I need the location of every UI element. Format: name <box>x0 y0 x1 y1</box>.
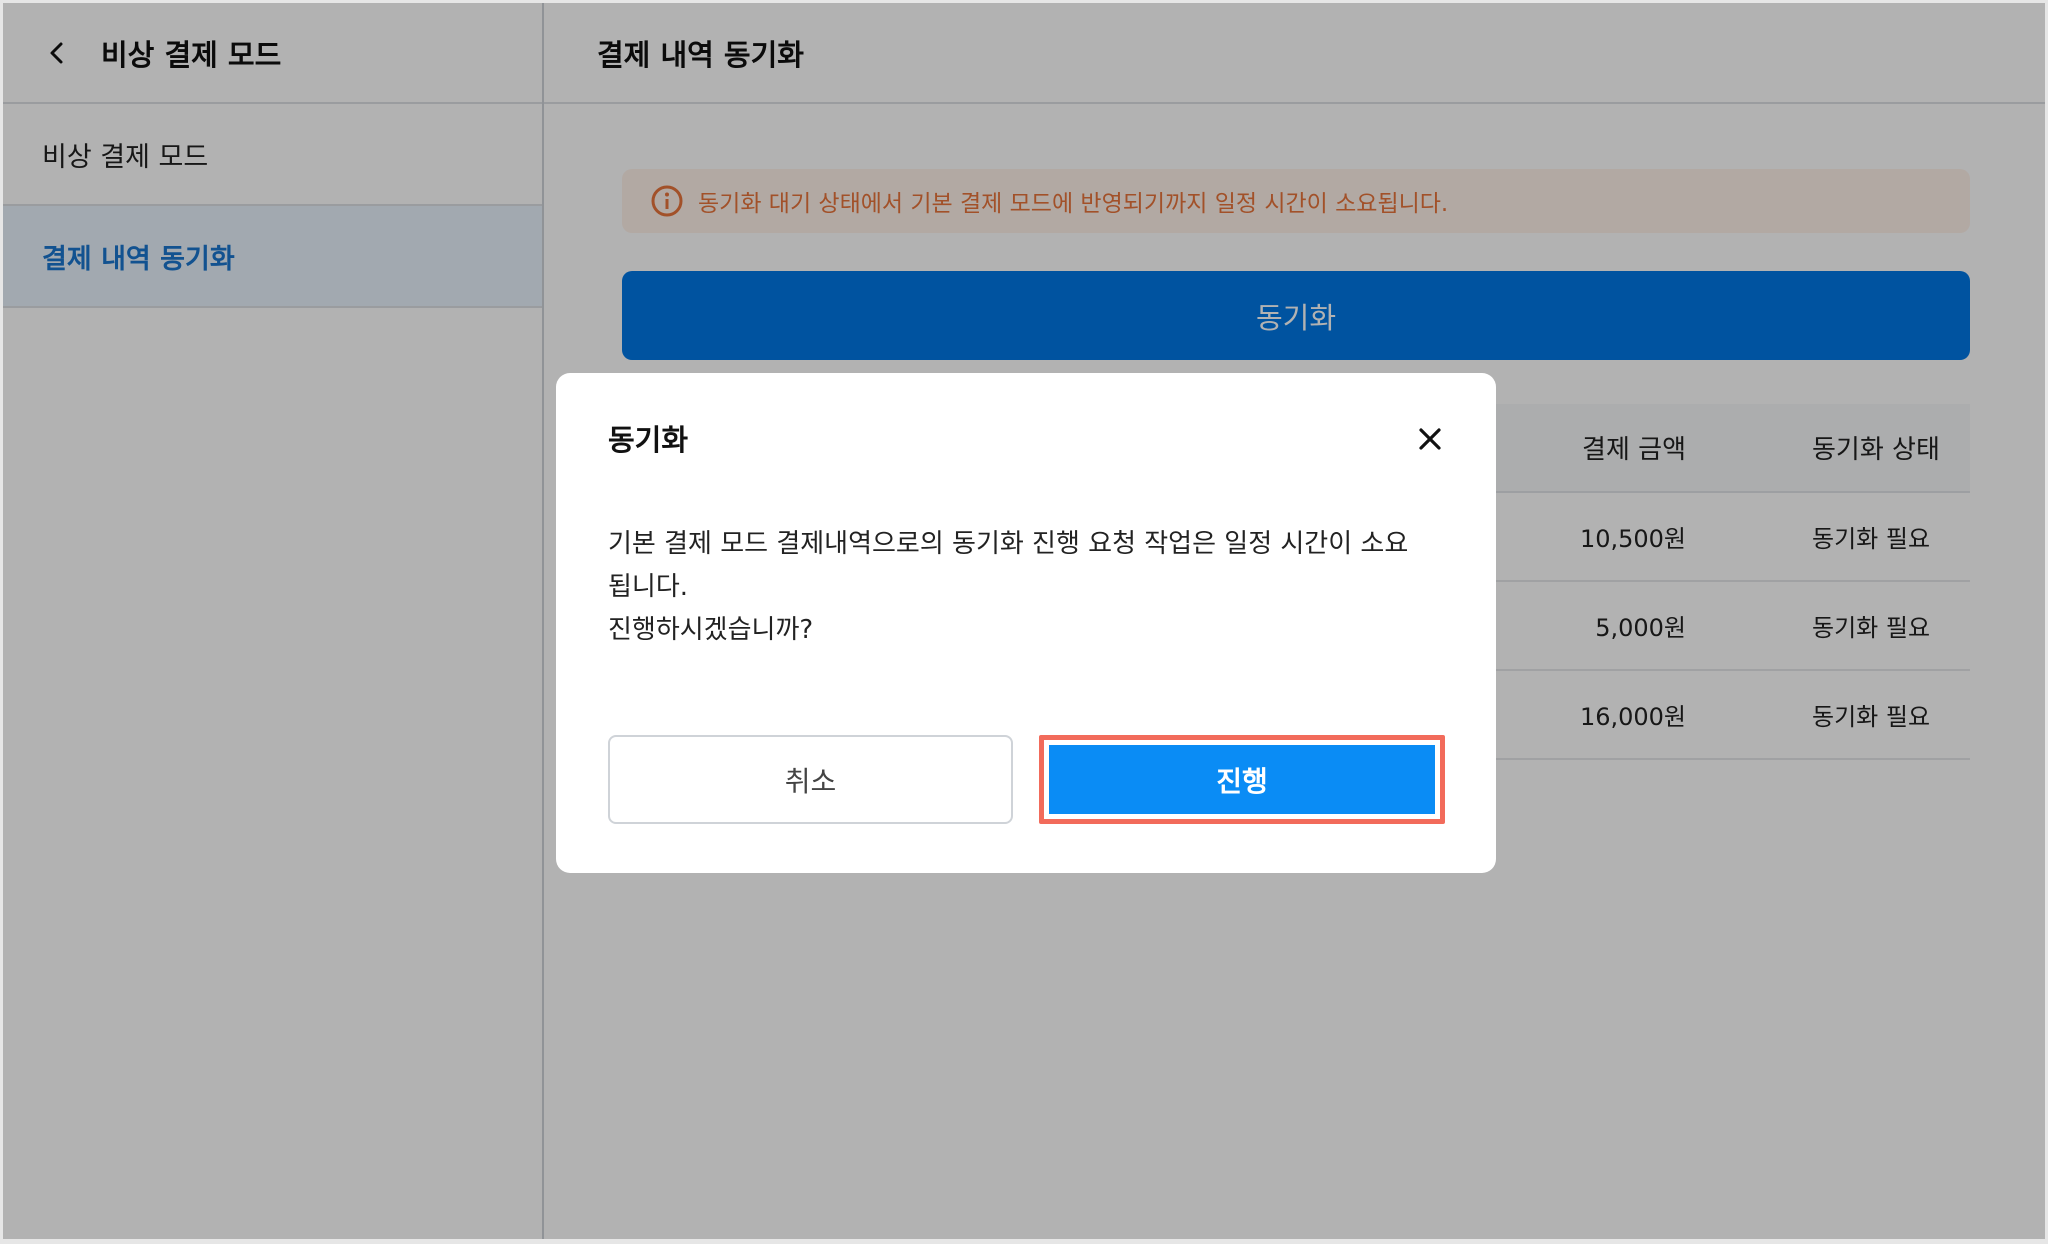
proceed-highlight: 진행 <box>1039 735 1445 824</box>
close-icon[interactable] <box>1416 425 1444 453</box>
dialog-title: 동기화 <box>608 423 689 457</box>
sync-confirm-dialog: 동기화 기본 결제 모드 결제내역으로의 동기화 진행 요청 작업은 일정 시간… <box>556 373 1496 873</box>
cancel-button[interactable]: 취소 <box>608 735 1013 824</box>
app-frame: 비상 결제 모드 비상 결제 모드 결제 내역 동기화 결제 내역 동기화 동기… <box>3 3 2045 1239</box>
dialog-message: 기본 결제 모드 결제내역으로의 동기화 진행 요청 작업은 일정 시간이 소요… <box>608 523 1428 652</box>
proceed-button[interactable]: 진행 <box>1049 745 1435 814</box>
dialog-message-question: 진행하시겠습니까? <box>608 615 814 645</box>
dialog-message-line: 기본 결제 모드 결제내역으로의 동기화 진행 요청 작업은 일정 시간이 소요… <box>608 529 1409 602</box>
